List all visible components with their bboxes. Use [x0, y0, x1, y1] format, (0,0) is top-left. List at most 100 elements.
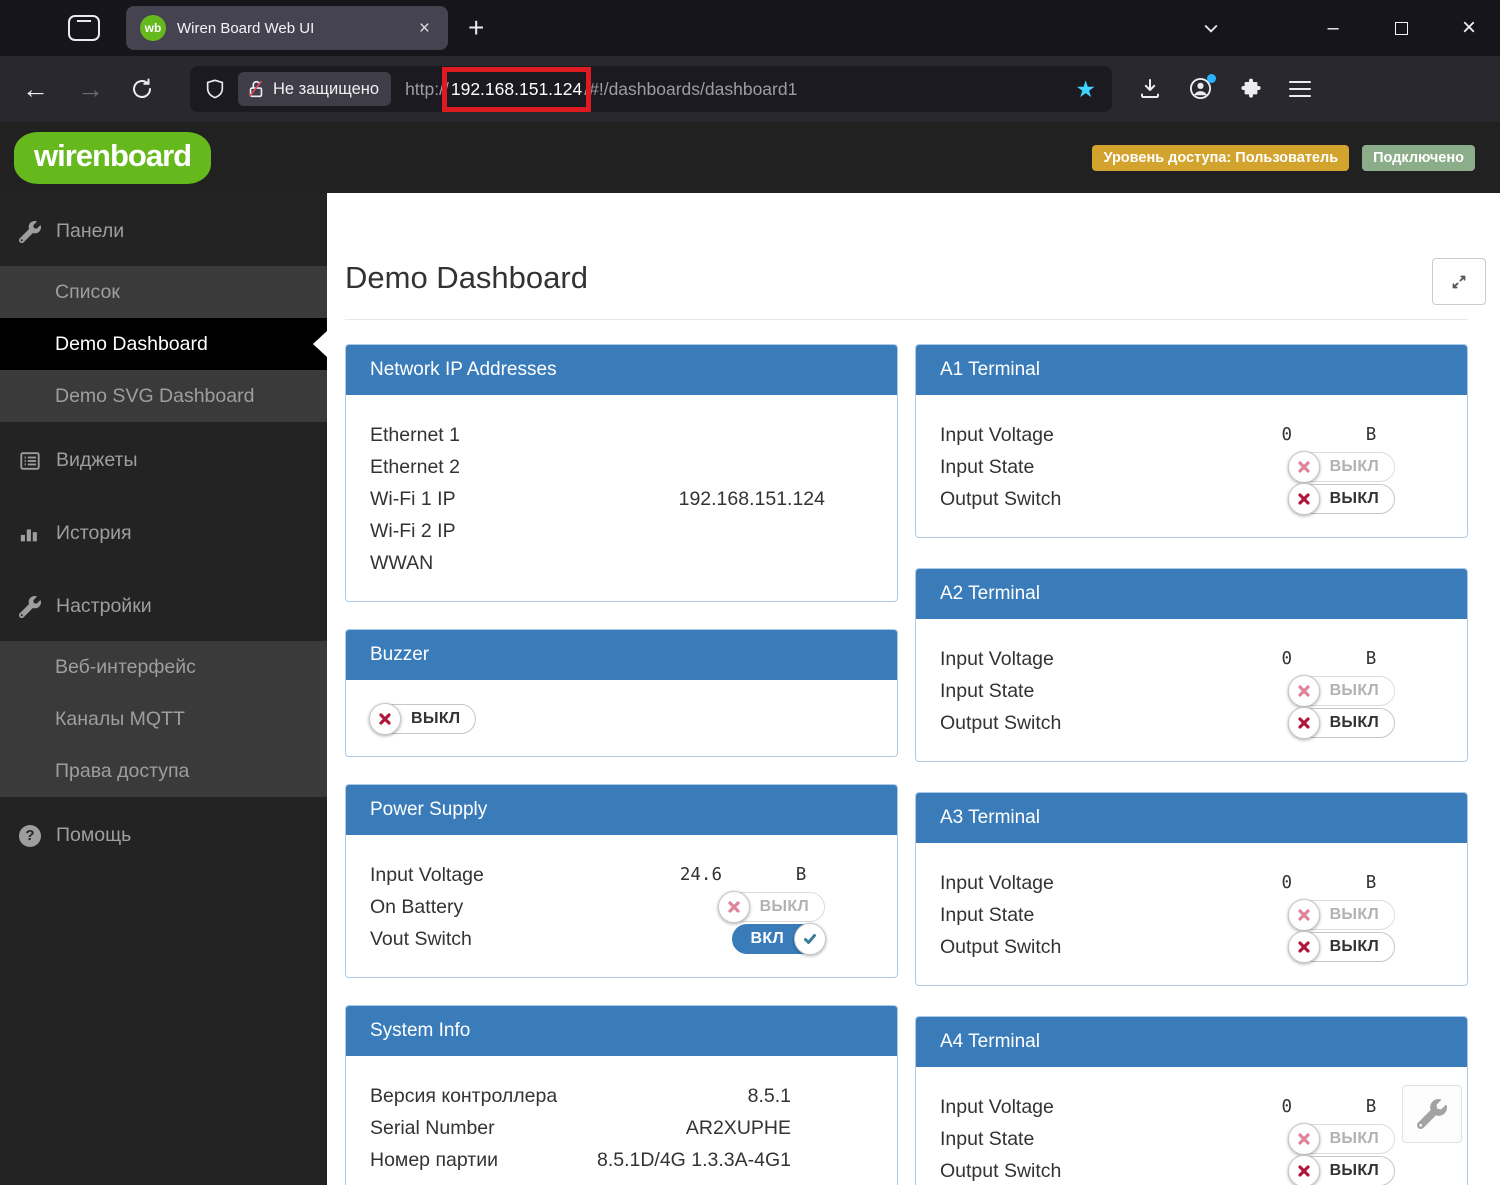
main-content: Demo Dashboard Network IP Addresses Ethe…: [327, 193, 1500, 1185]
widgets-list-icon: [19, 450, 41, 472]
power-row-vout-switch: Vout Switch ВКЛ: [370, 923, 873, 955]
card-system-info: System Info Версия контроллера 8.5.1 Ser…: [345, 1005, 898, 1185]
a1-input-state-indicator: ВЫКЛ: [1289, 452, 1395, 482]
broken-lock-icon: [246, 78, 266, 100]
x-icon: [1297, 1164, 1311, 1178]
wifi1-ip-value: 192.168.151.124: [679, 488, 825, 511]
sidebar-item-label: Панели: [56, 220, 124, 243]
vout-switch-toggle[interactable]: ВКЛ: [732, 924, 825, 954]
network-row-wwan: WWAN: [370, 547, 873, 579]
a3-row-output-switch: Output Switch ВЫКЛ: [940, 931, 1443, 963]
wrench-icon: [19, 221, 41, 243]
network-row-ethernet2: Ethernet 2: [370, 451, 873, 483]
shield-icon[interactable]: [204, 77, 226, 101]
window-minimize-button[interactable]: –: [1316, 11, 1350, 45]
sidebar-item-mqtt-channels[interactable]: Каналы MQTT: [0, 693, 327, 745]
a1-row-input-state: Input State ВЫКЛ: [940, 451, 1443, 483]
sidebar: Панели Список Demo Dashboard Demo SVG Da…: [0, 193, 327, 1185]
sidebar-item-help[interactable]: ? Помощь: [0, 809, 327, 862]
card-network-ip: Network IP Addresses Ethernet 1 Ethernet…: [345, 344, 898, 602]
on-battery-indicator: ВЫКЛ: [719, 892, 825, 922]
extensions-icon[interactable]: [1239, 77, 1263, 101]
a1-output-switch-toggle[interactable]: ВЫКЛ: [1289, 484, 1395, 514]
security-chip[interactable]: Не защищено: [238, 72, 391, 106]
firefox-view-icon[interactable]: [68, 15, 100, 41]
window-maximize-button[interactable]: [1384, 11, 1418, 45]
sidebar-item-demo-dashboard[interactable]: Demo Dashboard: [0, 318, 327, 370]
x-icon: [1297, 1132, 1311, 1146]
card-title: Network IP Addresses: [346, 345, 897, 395]
tab-close-icon[interactable]: ×: [415, 17, 434, 40]
menu-icon[interactable]: [1289, 76, 1311, 101]
sidebar-item-list[interactable]: Список: [0, 266, 327, 318]
card-title: Buzzer: [346, 630, 897, 680]
edit-dashboard-button[interactable]: [1402, 1085, 1462, 1143]
downloads-icon[interactable]: [1138, 77, 1162, 101]
forward-button[interactable]: →: [77, 76, 104, 103]
card-buzzer: Buzzer ВЫКЛ: [345, 629, 898, 757]
a2-row-output-switch: Output Switch ВЫКЛ: [940, 707, 1443, 739]
card-power-supply: Power Supply Input Voltage 24.6 В On Bat…: [345, 784, 898, 978]
card-a4-terminal: A4 Terminal Input Voltage 0 В Input Stat…: [915, 1016, 1468, 1185]
power-row-on-battery: On Battery ВЫКЛ: [370, 891, 873, 923]
sidebar-panels-submenu: Список Demo Dashboard Demo SVG Dashboard: [0, 266, 327, 422]
network-row-wifi1: Wi-Fi 1 IP 192.168.151.124: [370, 483, 873, 515]
card-title: A3 Terminal: [916, 793, 1467, 843]
url-path: /#!/dashboards/dashboard1: [584, 79, 797, 100]
window-close-button[interactable]: ×: [1452, 11, 1486, 45]
sidebar-item-widgets[interactable]: Виджеты: [0, 434, 327, 487]
question-icon: ?: [19, 825, 41, 847]
a4-row-output-switch: Output Switch ВЫКЛ: [940, 1155, 1443, 1185]
x-icon: [727, 900, 741, 914]
toggle-knob: [369, 703, 401, 735]
sidebar-item-label: Помощь: [56, 824, 131, 847]
url-text[interactable]: http://192.168.151.124/#!/dashboards/das…: [405, 76, 1098, 103]
a2-input-state-indicator: ВЫКЛ: [1289, 676, 1395, 706]
card-a2-terminal: A2 Terminal Input Voltage 0 В Input Stat…: [915, 568, 1468, 762]
sidebar-item-panels[interactable]: Панели: [0, 205, 327, 258]
card-a3-terminal: A3 Terminal Input Voltage 0 В Input Stat…: [915, 792, 1468, 986]
sidebar-item-access-rights[interactable]: Права доступа: [0, 745, 327, 797]
a4-row-input-voltage: Input Voltage 0 В: [940, 1091, 1443, 1123]
sidebar-item-history[interactable]: История: [0, 507, 327, 560]
expand-icon: [1448, 271, 1470, 293]
sidebar-item-label: История: [56, 522, 132, 545]
reload-button[interactable]: [130, 77, 154, 101]
a4-output-switch-toggle[interactable]: ВЫКЛ: [1289, 1156, 1395, 1185]
check-icon: [802, 931, 818, 947]
x-icon: [1297, 492, 1311, 506]
back-button[interactable]: ←: [22, 76, 49, 103]
site-header: wirenboard Уровень доступа: Пользователь…: [0, 122, 1500, 193]
sidebar-item-settings[interactable]: Настройки: [0, 580, 327, 633]
system-row-controller-version: Версия контроллера 8.5.1: [370, 1080, 873, 1112]
address-bar[interactable]: Не защищено http://192.168.151.124/#!/da…: [190, 66, 1112, 112]
a3-row-input-state: Input State ВЫКЛ: [940, 899, 1443, 931]
network-row-wifi2: Wi-Fi 2 IP: [370, 515, 873, 547]
tab-list-chevron-icon[interactable]: [1194, 11, 1228, 45]
power-row-input-voltage: Input Voltage 24.6 В: [370, 859, 873, 891]
new-tab-button[interactable]: +: [468, 14, 484, 42]
sidebar-item-web-interface[interactable]: Веб-интерфейс: [0, 641, 327, 693]
bookmark-star-icon[interactable]: ★: [1075, 76, 1098, 103]
a3-output-switch-toggle[interactable]: ВЫКЛ: [1289, 932, 1395, 962]
wirenboard-logo[interactable]: wirenboard: [14, 132, 211, 184]
fullscreen-button[interactable]: [1432, 258, 1486, 305]
buzzer-toggle[interactable]: ВЫКЛ: [370, 704, 476, 734]
sidebar-item-demo-svg-dashboard[interactable]: Demo SVG Dashboard: [0, 370, 327, 422]
sidebar-item-label: Виджеты: [56, 449, 137, 472]
connection-status-badge: Подключено: [1362, 145, 1475, 171]
system-row-serial-number: Serial Number AR2XUPHE: [370, 1112, 873, 1144]
wrench-icon: [1417, 1099, 1447, 1129]
wrench-icon: [19, 596, 41, 618]
account-icon[interactable]: [1188, 76, 1213, 101]
url-scheme: http://: [405, 79, 449, 100]
card-title: A4 Terminal: [916, 1017, 1467, 1067]
browser-tab[interactable]: wb Wiren Board Web UI ×: [126, 6, 448, 50]
access-level-badge: Уровень доступа: Пользователь: [1092, 145, 1349, 171]
a2-row-input-state: Input State ВЫКЛ: [940, 675, 1443, 707]
card-title: A1 Terminal: [916, 345, 1467, 395]
card-title: Power Supply: [346, 785, 897, 835]
browser-navbar: ← → Не защищено http://192.168.151.124/#…: [0, 56, 1500, 122]
site-favicon: wb: [140, 15, 166, 41]
a2-output-switch-toggle[interactable]: ВЫКЛ: [1289, 708, 1395, 738]
